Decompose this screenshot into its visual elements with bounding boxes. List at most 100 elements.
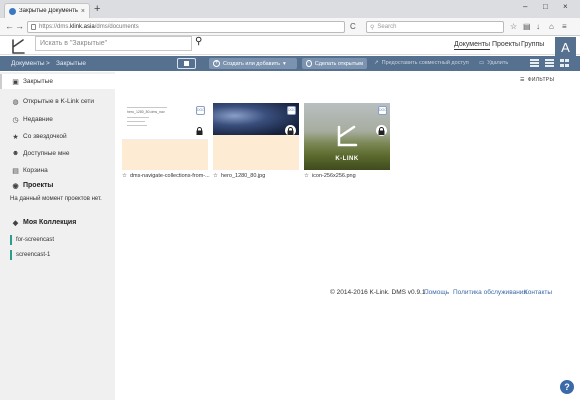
window-maximize-button[interactable]: □: [543, 2, 548, 11]
card-label[interactable]: ☆ hero_1280_80.jpg: [213, 173, 265, 179]
sidebar-item-label: Открытые в K-Link сети: [23, 98, 94, 105]
sidebar-item-starred[interactable]: ★ Со звездочкой: [0, 129, 115, 144]
window-minimize-button[interactable]: –: [523, 2, 527, 11]
sidebar-item-private[interactable]: ▣ Закрытые: [0, 74, 115, 89]
star-icon[interactable]: ☆: [510, 22, 517, 32]
star-icon[interactable]: ☆: [213, 173, 218, 179]
tab-close-icon[interactable]: ×: [81, 8, 85, 15]
k-link-logo-icon[interactable]: [10, 38, 27, 55]
avatar[interactable]: A: [555, 37, 576, 58]
document-card[interactable]: DOC: [213, 103, 299, 170]
delete-label: Удалить: [487, 60, 509, 66]
filters-button[interactable]: ☰ ФИЛЬТРЫ: [520, 77, 554, 83]
globe-icon: ·: [306, 60, 312, 67]
menu-icon[interactable]: ≡: [562, 22, 567, 32]
select-all-checkbox[interactable]: [177, 58, 196, 69]
download-icon[interactable]: ↓: [536, 22, 540, 32]
select-checkbox[interactable]: DOC: [378, 106, 387, 115]
browser-tab-bar: Закрытые Документы – К... × + – □ ×: [0, 0, 580, 18]
logo-text: K-LINK: [335, 156, 359, 162]
footer-link-contacts[interactable]: Контакты: [524, 289, 552, 296]
lock-icon: [376, 125, 387, 136]
nav-groups[interactable]: Группы: [521, 41, 544, 48]
collection-heading: ◆ Моя Коллекция: [12, 219, 77, 227]
url-text: https://dms.klink.asia/dms/documents: [39, 24, 139, 30]
sidebar-item-trash[interactable]: ▤ Корзина: [0, 163, 115, 178]
star-icon[interactable]: ☆: [122, 173, 127, 179]
sidebar-item-public[interactable]: ◍ Открытые в K-Link сети: [0, 94, 115, 109]
trash-icon: ▤: [12, 167, 19, 175]
document-card[interactable]: hero_1280_80.dms_nav DOC: [122, 103, 208, 170]
browser-search-field[interactable]: ⚲ Search: [366, 21, 504, 33]
help-button[interactable]: ?: [560, 380, 574, 394]
footer-copyright: © 2014-2016 K-Link. DMS v0.9.1.: [330, 289, 428, 296]
footer-link-terms[interactable]: Политика обслуживания: [453, 289, 527, 296]
reading-list-icon[interactable]: ▤: [523, 22, 531, 32]
chevron-down-icon: ▾: [283, 60, 286, 67]
delete-button[interactable]: ▭ Удалить: [479, 60, 508, 66]
browser-nav-bar: ← → https://dms.klink.asia/dms/documents…: [0, 18, 580, 36]
lock-icon: ▣: [12, 78, 19, 86]
sidebar-item-label: Недавние: [23, 116, 53, 123]
create-label: Создать или добавить: [223, 60, 281, 67]
k-link-logo-icon: [337, 125, 358, 147]
collection-item[interactable]: for-screencast: [10, 235, 106, 245]
file-name: dms-navigate-collections-from-...: [129, 173, 210, 179]
projects-heading-label: Проекты: [23, 182, 54, 189]
address-bar[interactable]: https://dms.klink.asia/dms/documents: [27, 21, 345, 33]
share-icon: ↗: [374, 60, 379, 66]
plus-icon: +: [213, 60, 220, 67]
home-icon[interactable]: ⌂: [549, 22, 554, 32]
reload-button[interactable]: C: [350, 21, 356, 32]
details-view-icon[interactable]: [545, 59, 554, 67]
browser-search-placeholder: Search: [377, 24, 397, 30]
document-card[interactable]: K-LINK DOC: [304, 103, 390, 170]
breadcrumb-separator: >: [46, 60, 50, 67]
lock-icon: [31, 24, 36, 30]
select-checkbox[interactable]: DOC: [196, 106, 205, 115]
file-name: hero_1280_80.jpg: [220, 173, 266, 179]
sidebar-item-label: Закрытые: [23, 78, 53, 85]
search-icon[interactable]: ⚲: [195, 36, 202, 47]
share-button[interactable]: ↗ Предоставить совместный доступ: [374, 60, 469, 66]
sidebar-item-label: Со звездочкой: [23, 133, 67, 140]
browser-tab[interactable]: Закрытые Документы – К... ×: [4, 3, 90, 18]
breadcrumb-current: Закрытые: [56, 60, 86, 67]
toolbar: Документы > Закрытые + Создать или добав…: [0, 56, 580, 71]
lock-icon: [194, 125, 205, 136]
card-label[interactable]: ☆ dms-navigate-collections-from-...: [122, 173, 210, 179]
nav-documents[interactable]: Документы: [454, 41, 491, 50]
collection-item[interactable]: screencast-1: [10, 250, 106, 260]
nav-projects[interactable]: Проекты: [492, 41, 520, 48]
back-button[interactable]: ←: [5, 21, 14, 32]
create-or-add-button[interactable]: + Создать или добавить ▾: [209, 58, 297, 69]
new-tab-button[interactable]: +: [94, 2, 100, 16]
filter-icon: ☰: [520, 77, 525, 83]
grid-view-icon[interactable]: [560, 59, 569, 67]
star-icon[interactable]: ☆: [304, 173, 309, 179]
projects-heading[interactable]: ◉ Проекты: [12, 182, 54, 190]
globe-icon: ◍: [12, 98, 19, 106]
sidebar-item-recent[interactable]: ◷ Недавние: [0, 112, 115, 127]
sidebar-item-label: Корзина: [23, 167, 48, 174]
forward-button[interactable]: →: [15, 21, 24, 32]
make-public-button[interactable]: · Сделать открытым: [302, 58, 367, 69]
footer-link-help[interactable]: Помощь: [424, 289, 449, 296]
tag-icon: ◆: [12, 219, 19, 227]
list-view-icon[interactable]: [530, 59, 539, 67]
trash-icon: ▭: [479, 60, 485, 66]
sidebar-item-label: Доступные мне: [23, 150, 70, 157]
collection-heading-label: Моя Коллекция: [23, 219, 77, 226]
lock-icon: [285, 125, 296, 136]
users-icon: ☻: [11, 150, 20, 157]
card-label[interactable]: ☆ icon-256x256.png: [304, 173, 356, 179]
app-search-input[interactable]: Искать в "Закрытые": [35, 36, 192, 51]
window-close-button[interactable]: ×: [563, 2, 568, 11]
breadcrumb-root[interactable]: Документы: [11, 60, 45, 67]
sidebar-item-shared[interactable]: ☻ Доступные мне: [0, 146, 115, 161]
star-icon: ★: [12, 133, 19, 141]
tab-title: Закрытые Документы – К...: [19, 8, 78, 14]
select-checkbox[interactable]: DOC: [287, 106, 296, 115]
thumbnail-title: hero_1280_80.dms_nav: [127, 110, 165, 114]
make-public-label: Сделать открытым: [314, 60, 363, 67]
